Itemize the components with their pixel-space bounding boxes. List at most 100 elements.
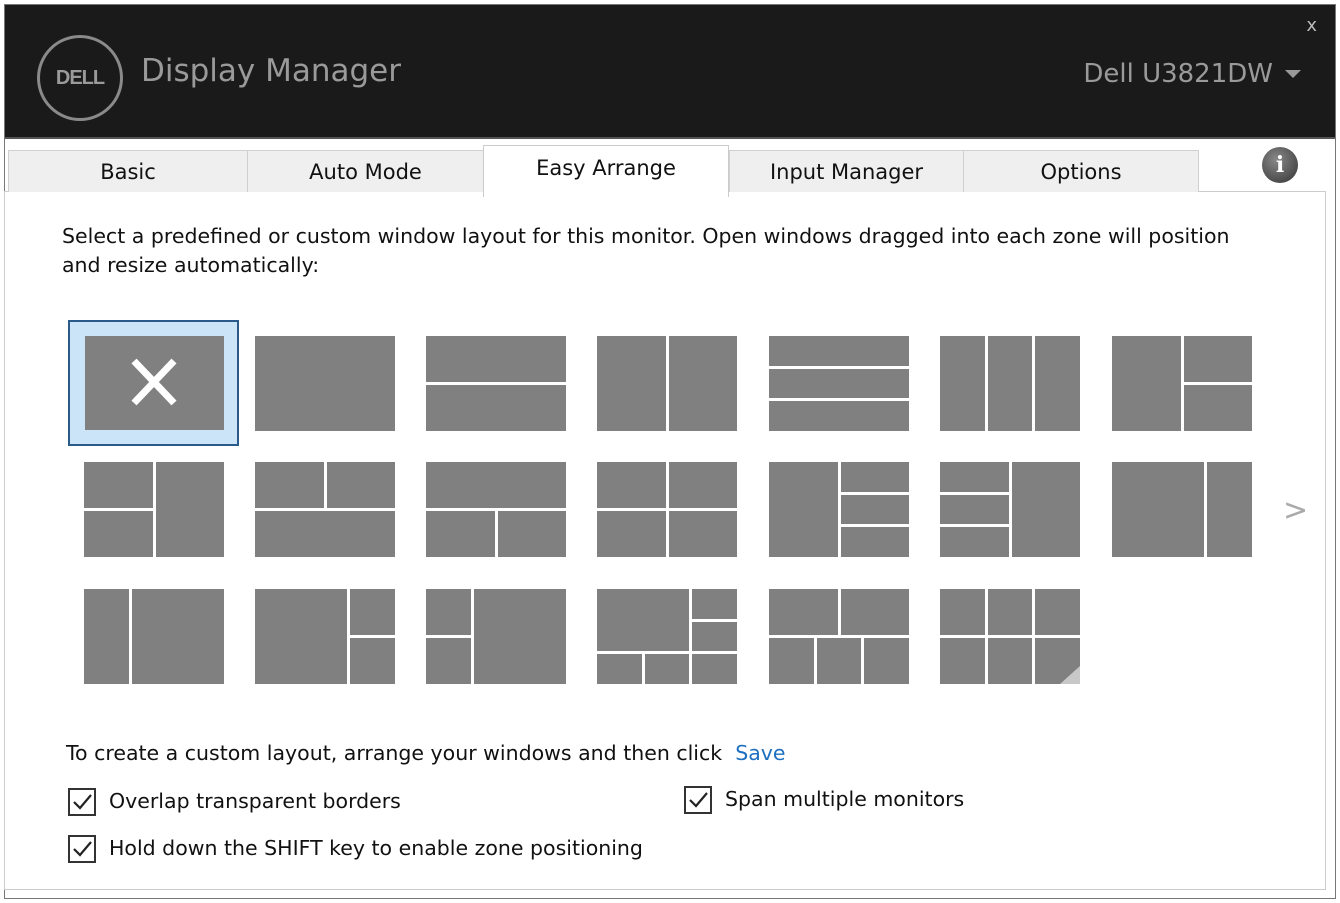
info-icon[interactable]: i bbox=[1262, 147, 1298, 183]
layout-none-tile bbox=[85, 336, 224, 430]
layout-option-16[interactable] bbox=[426, 589, 566, 684]
layout-zone bbox=[327, 462, 396, 508]
layout-zone bbox=[498, 511, 567, 557]
layout-zone bbox=[597, 511, 666, 557]
span-monitors-label: Span multiple monitors bbox=[725, 787, 964, 811]
layout-zone bbox=[1207, 462, 1252, 557]
layout-zone bbox=[1184, 336, 1253, 382]
layout-zone bbox=[597, 654, 642, 684]
checkmark-icon bbox=[687, 789, 709, 811]
layout-zone bbox=[84, 462, 153, 508]
layout-zone bbox=[1184, 385, 1253, 431]
layout-option-7[interactable] bbox=[84, 462, 224, 557]
layout-option-5[interactable] bbox=[940, 336, 1080, 431]
layout-zone bbox=[769, 638, 814, 684]
tab-options[interactable]: Options bbox=[963, 150, 1199, 192]
instructions-text: Select a predefined or custom window lay… bbox=[62, 222, 1242, 280]
layout-zone bbox=[864, 638, 909, 684]
layout-option-15[interactable] bbox=[255, 589, 395, 684]
layout-option-11[interactable] bbox=[769, 462, 909, 557]
save-link[interactable]: Save bbox=[735, 741, 785, 765]
app-title: Display Manager bbox=[141, 53, 401, 89]
layout-zone bbox=[940, 462, 1009, 492]
shift-key-checkbox[interactable] bbox=[68, 835, 96, 863]
title-bar: DELL Display Manager x Dell U3821DW bbox=[5, 5, 1335, 139]
layout-zone bbox=[841, 462, 910, 492]
layout-zone bbox=[841, 589, 910, 635]
layout-option-4[interactable] bbox=[769, 336, 909, 431]
layout-option-10[interactable] bbox=[597, 462, 737, 557]
layout-option-6[interactable] bbox=[1112, 336, 1252, 431]
layout-option-9[interactable] bbox=[426, 462, 566, 557]
layout-zone bbox=[817, 638, 861, 684]
layout-zone bbox=[350, 638, 395, 684]
layout-option-3[interactable] bbox=[597, 336, 737, 431]
tab-label: Basic bbox=[100, 160, 156, 184]
monitor-selector[interactable]: Dell U3821DW bbox=[1083, 59, 1273, 89]
layout-zone bbox=[940, 589, 985, 635]
layout-zone bbox=[669, 336, 738, 431]
resize-grip-icon bbox=[1060, 666, 1080, 684]
overlap-borders-label: Overlap transparent borders bbox=[109, 789, 401, 813]
layout-zone bbox=[255, 462, 324, 508]
tab-input-manager[interactable]: Input Manager bbox=[729, 150, 964, 192]
layout-option-18[interactable] bbox=[769, 589, 909, 684]
layout-zone bbox=[692, 622, 737, 651]
layout-zone bbox=[426, 385, 566, 431]
span-monitors-checkbox[interactable] bbox=[684, 786, 712, 814]
layout-zone bbox=[940, 638, 985, 684]
overlap-borders-checkbox[interactable] bbox=[68, 788, 96, 816]
layout-none-selected[interactable] bbox=[68, 320, 239, 446]
next-page-arrow[interactable]: > bbox=[1283, 493, 1308, 528]
layout-zone bbox=[769, 369, 909, 398]
layout-zone bbox=[841, 527, 910, 557]
layout-zone bbox=[132, 589, 224, 684]
layout-zone bbox=[841, 495, 910, 524]
layout-zone bbox=[769, 462, 838, 557]
custom-layout-text: To create a custom layout, arrange your … bbox=[66, 741, 722, 765]
layout-zone bbox=[474, 589, 566, 684]
layout-zone bbox=[255, 589, 347, 684]
layout-zone bbox=[597, 589, 689, 651]
layout-option-13[interactable] bbox=[1112, 462, 1252, 557]
tab-label: Auto Mode bbox=[309, 160, 422, 184]
shift-key-label: Hold down the SHIFT key to enable zone p… bbox=[109, 836, 643, 860]
layout-zone bbox=[669, 511, 738, 557]
layout-zone bbox=[426, 336, 566, 382]
tab-easy-arrange[interactable]: Easy Arrange bbox=[483, 145, 729, 197]
layout-zone bbox=[669, 462, 738, 508]
layout-zone bbox=[1035, 336, 1080, 431]
layout-zone bbox=[769, 336, 909, 366]
layout-zone bbox=[1112, 462, 1204, 557]
layout-zone bbox=[426, 462, 566, 508]
layout-zone bbox=[84, 589, 129, 684]
layout-zone bbox=[988, 589, 1032, 635]
layout-zone bbox=[255, 511, 395, 557]
tab-label: Input Manager bbox=[770, 160, 923, 184]
layout-option-8[interactable] bbox=[255, 462, 395, 557]
layout-zone bbox=[940, 527, 1009, 557]
tab-basic[interactable]: Basic bbox=[8, 150, 248, 192]
layout-option-14[interactable] bbox=[84, 589, 224, 684]
checkmark-icon bbox=[71, 791, 93, 813]
close-button[interactable]: x bbox=[1306, 15, 1317, 36]
layout-zone bbox=[426, 589, 471, 635]
layout-zone bbox=[692, 589, 737, 619]
layout-zone bbox=[255, 336, 395, 431]
tab-label: Easy Arrange bbox=[536, 156, 676, 180]
layout-zone bbox=[84, 511, 153, 557]
layout-option-17[interactable] bbox=[597, 589, 737, 684]
layout-zone bbox=[156, 462, 225, 557]
chevron-down-icon[interactable] bbox=[1285, 70, 1301, 78]
layout-zone bbox=[988, 638, 1032, 684]
tab-auto-mode[interactable]: Auto Mode bbox=[247, 150, 484, 192]
dell-logo: DELL bbox=[37, 35, 123, 121]
layout-zone bbox=[769, 589, 838, 635]
layout-option-1[interactable] bbox=[255, 336, 395, 431]
layout-option-19[interactable] bbox=[940, 589, 1080, 684]
layout-zone bbox=[692, 654, 737, 684]
layout-option-2[interactable] bbox=[426, 336, 566, 431]
layout-zone bbox=[350, 589, 395, 635]
layout-zone bbox=[597, 336, 666, 431]
layout-option-12[interactable] bbox=[940, 462, 1080, 557]
